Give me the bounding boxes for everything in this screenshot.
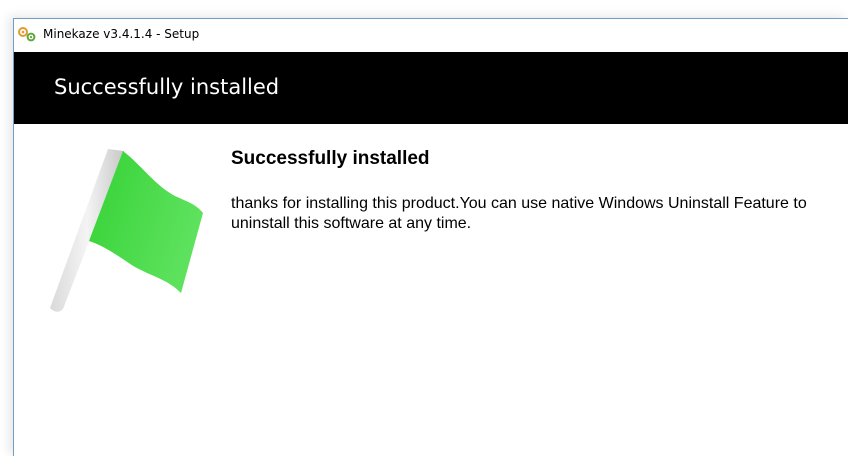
title-bar[interactable]: Minekaze v3.4.1.4 - Setup	[14, 19, 848, 51]
window-title: Minekaze v3.4.1.4 - Setup	[43, 27, 200, 41]
success-message: thanks for installing this product.You c…	[231, 195, 807, 232]
gears-icon	[18, 27, 36, 42]
green-flag-icon	[50, 149, 203, 312]
banner-title: Successfully installed	[54, 75, 280, 99]
success-heading: Successfully installed	[231, 148, 430, 169]
header-banner: Successfully installed	[14, 52, 848, 124]
setup-window: Minekaze v3.4.1.4 - Setup Successfully i…	[13, 18, 848, 456]
